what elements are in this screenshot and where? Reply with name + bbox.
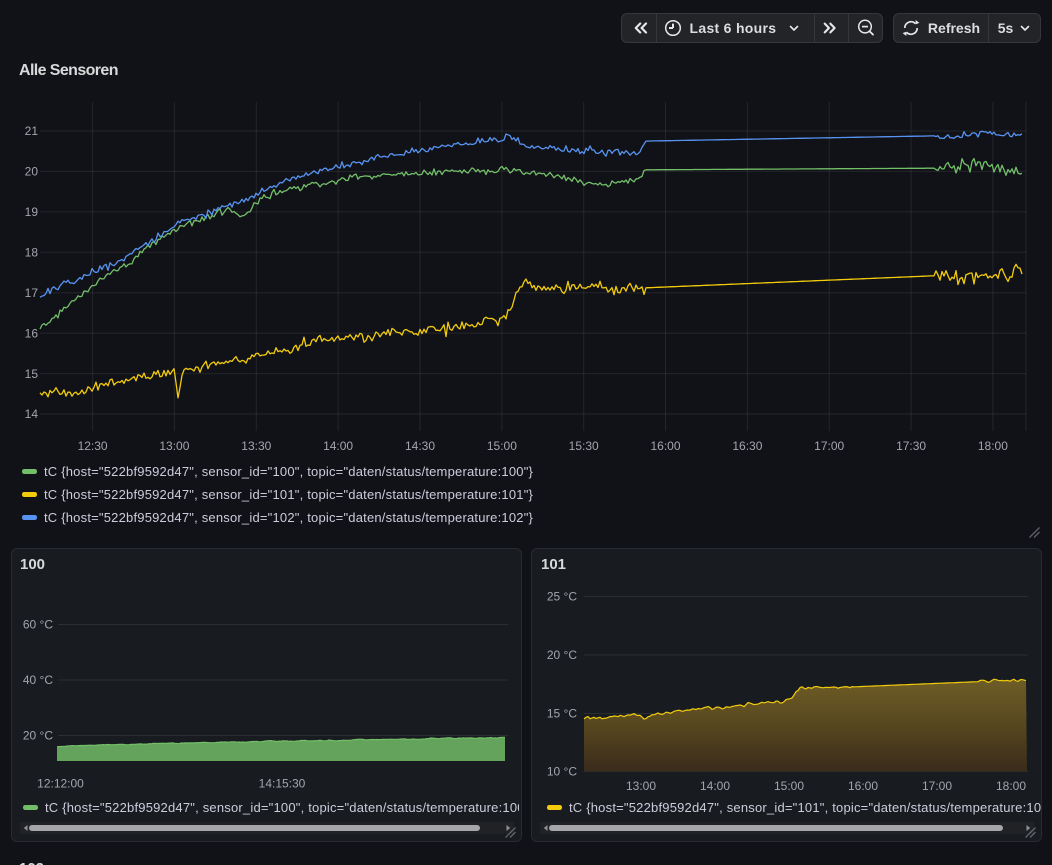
svg-text:14:00: 14:00 [323,439,353,453]
svg-text:14: 14 [25,407,39,421]
svg-text:17:00: 17:00 [922,779,952,793]
svg-text:13:00: 13:00 [159,439,189,453]
svg-text:14:30: 14:30 [405,439,435,453]
svg-text:10 °C: 10 °C [547,765,577,779]
svg-text:18:00: 18:00 [996,779,1026,793]
svg-text:19: 19 [25,205,39,219]
svg-text:13:00: 13:00 [626,779,656,793]
svg-text:15:00: 15:00 [487,439,517,453]
svg-text:18:00: 18:00 [978,439,1008,453]
svg-text:16:00: 16:00 [848,779,878,793]
svg-text:20 °C: 20 °C [23,729,53,743]
svg-text:20: 20 [25,165,39,179]
svg-text:15: 15 [25,367,39,381]
svg-text:20 °C: 20 °C [547,648,577,662]
svg-text:17:30: 17:30 [896,439,926,453]
svg-text:17: 17 [25,286,39,300]
svg-text:16:30: 16:30 [732,439,762,453]
svg-text:40 °C: 40 °C [23,673,53,687]
svg-text:15:30: 15:30 [569,439,599,453]
svg-text:60 °C: 60 °C [23,618,53,632]
svg-text:25 °C: 25 °C [547,590,577,604]
svg-text:21: 21 [25,124,39,138]
svg-text:12:30: 12:30 [78,439,108,453]
svg-text:15:00: 15:00 [774,779,804,793]
svg-text:14:15:30: 14:15:30 [259,777,306,791]
svg-text:16:00: 16:00 [650,439,680,453]
svg-text:16: 16 [25,326,39,340]
svg-text:12:12:00: 12:12:00 [37,777,84,791]
svg-text:17:00: 17:00 [814,439,844,453]
svg-text:15 °C: 15 °C [547,707,577,721]
svg-text:13:30: 13:30 [241,439,271,453]
svg-text:18: 18 [25,246,39,260]
svg-text:14:00: 14:00 [700,779,730,793]
